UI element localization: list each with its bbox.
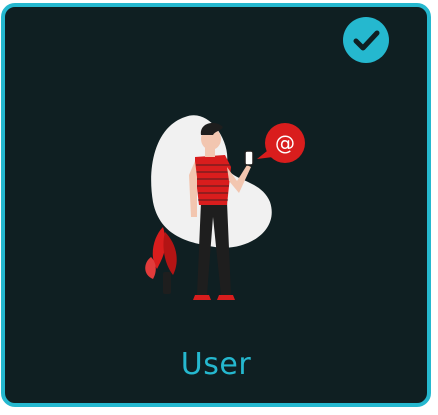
card-label: User [180, 347, 252, 382]
email-speech-bubble-icon: @ [257, 123, 305, 163]
user-illustration: @ [145, 115, 305, 300]
user-role-card[interactable]: @ User [1, 3, 431, 407]
plant-icon [145, 227, 177, 294]
phone-icon [244, 150, 254, 166]
striped-shirt [195, 155, 231, 205]
selected-check-icon [343, 17, 389, 63]
svg-text:@: @ [275, 131, 295, 155]
